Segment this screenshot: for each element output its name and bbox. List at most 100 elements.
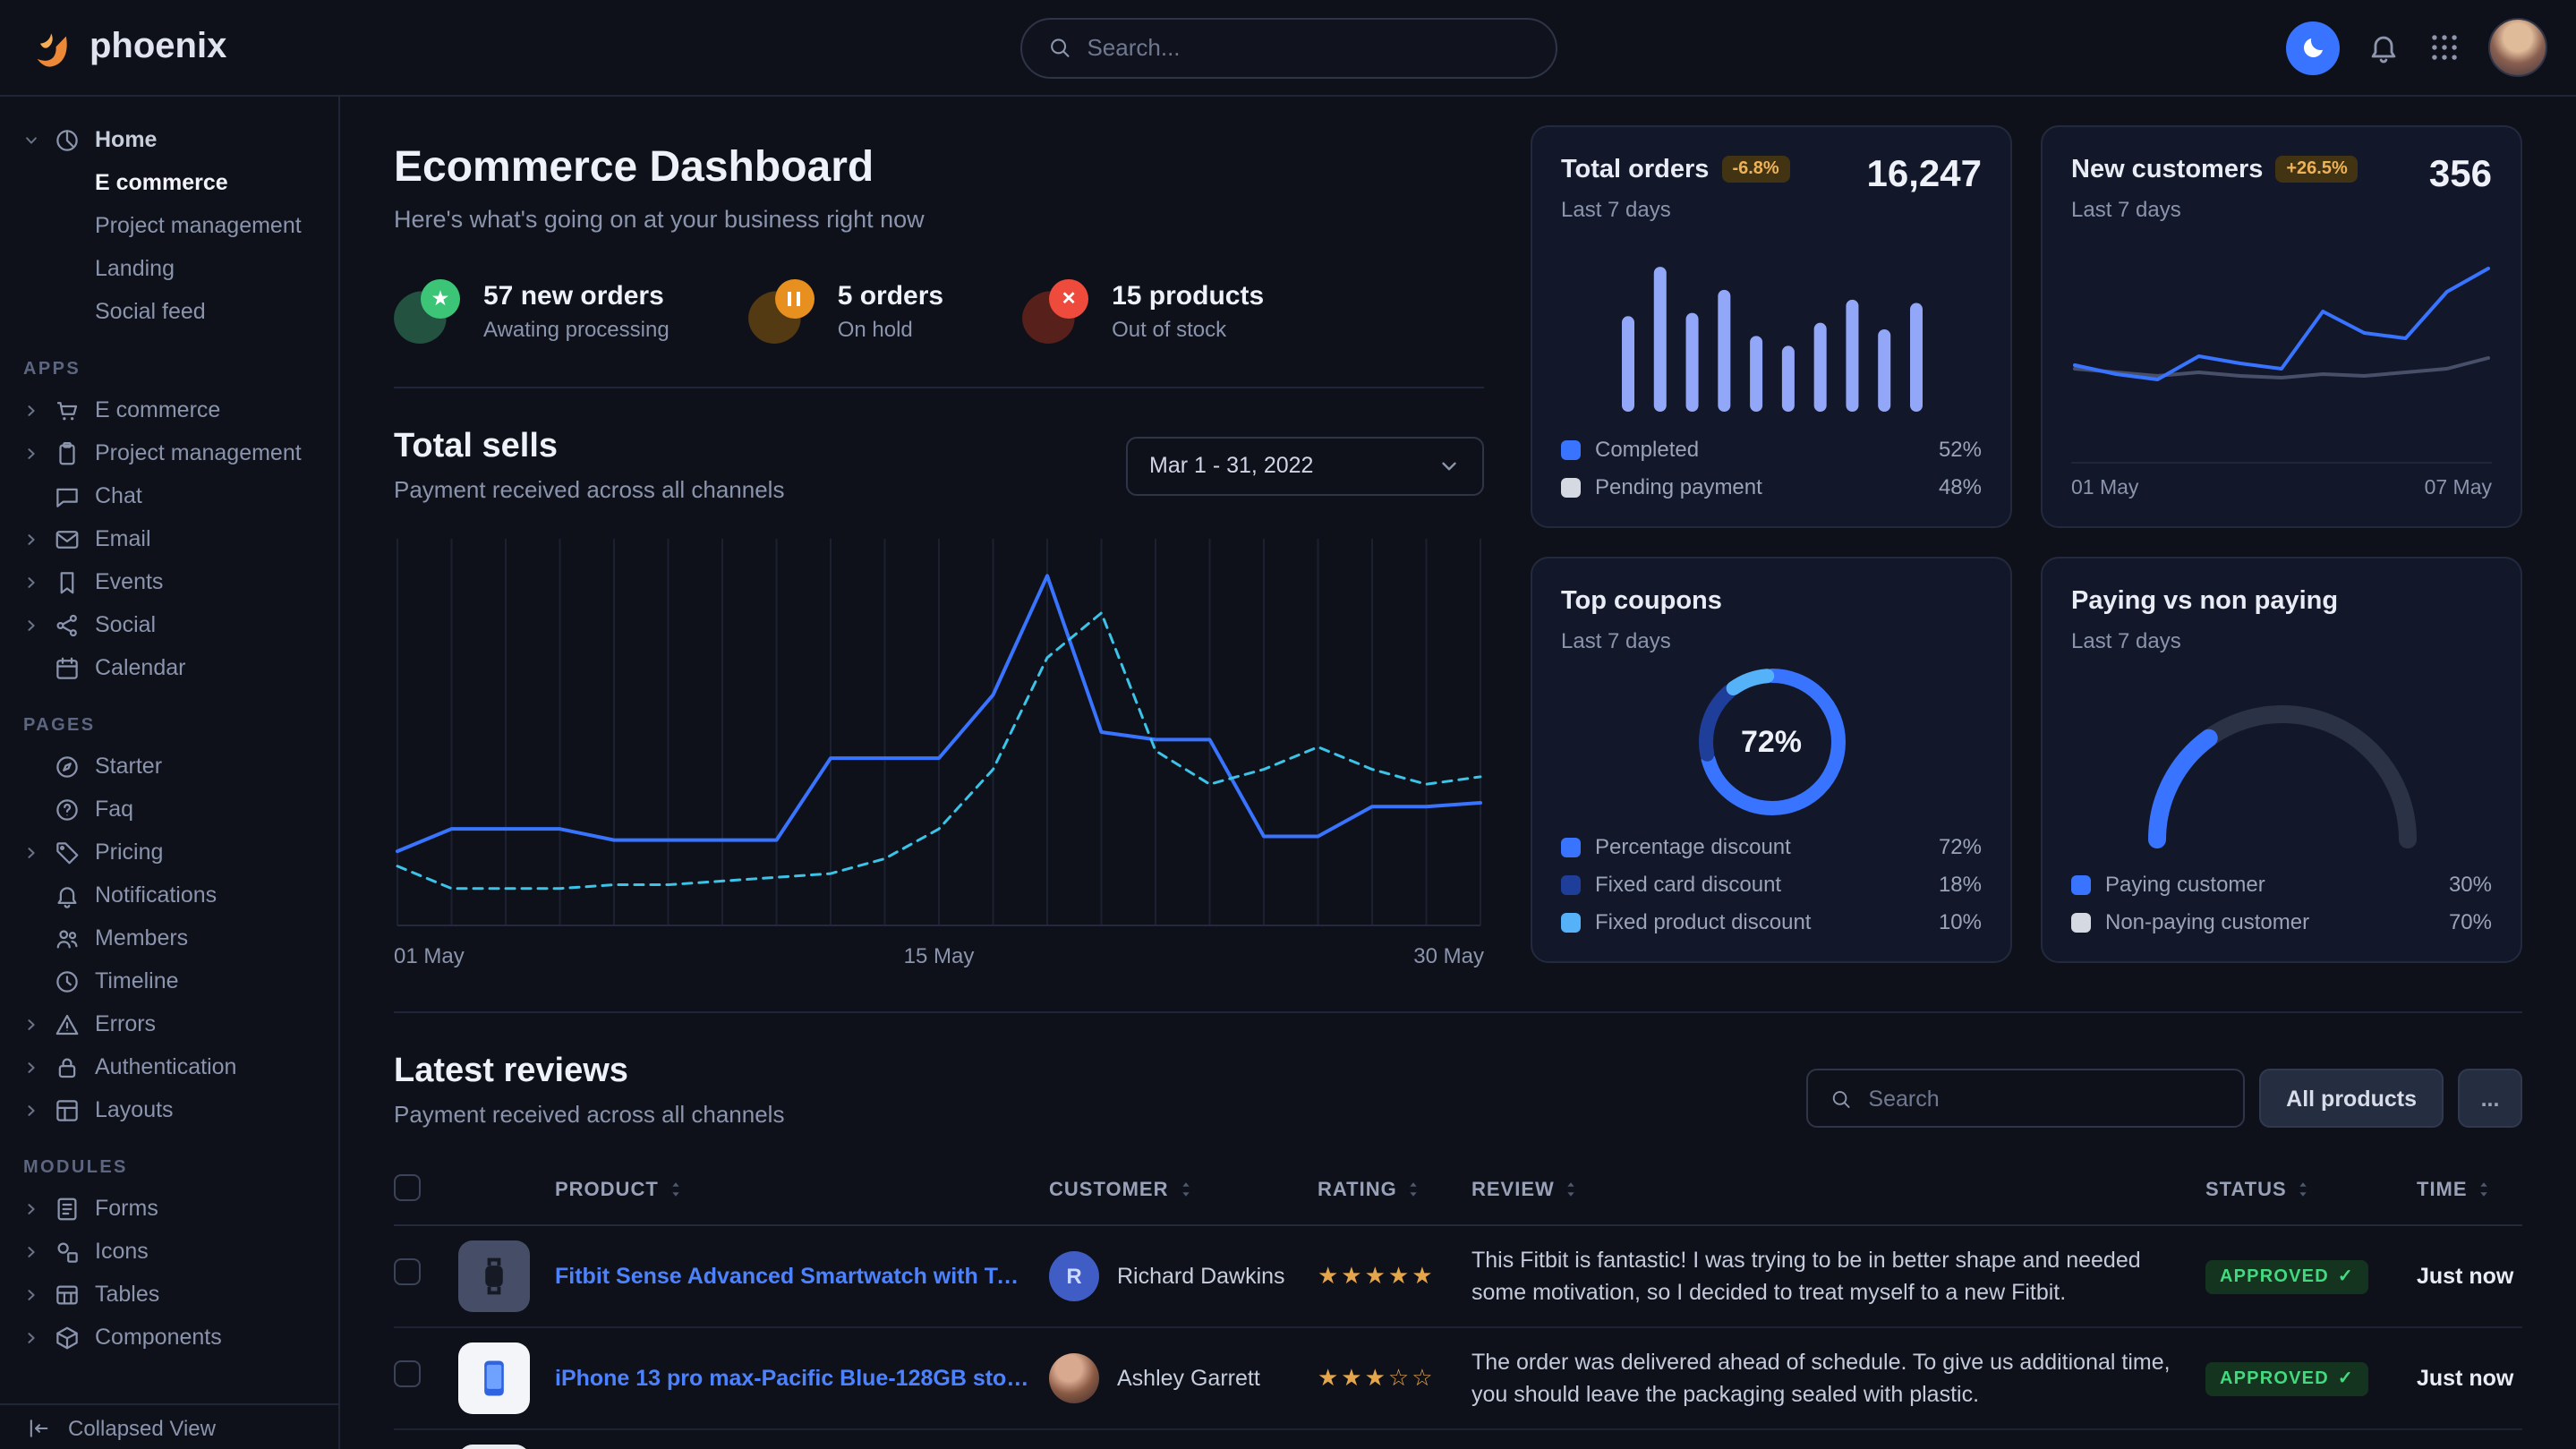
main-content: Ecommerce Dashboard Here's what's going …	[340, 97, 2576, 1449]
sidebar-item-home[interactable]: Home	[0, 118, 338, 161]
sidebar-item-calendar[interactable]: Calendar	[0, 646, 338, 689]
table-row	[394, 1429, 2522, 1449]
product-link[interactable]: Fitbit Sense Advanced Smartwatch with To…	[555, 1264, 1031, 1289]
new-customers-x-axis: 01 May 07 May	[2071, 462, 2492, 499]
sort-icon	[666, 1180, 686, 1199]
reviews-title: Latest reviews	[394, 1053, 784, 1092]
calendar-icon	[54, 654, 81, 681]
kpi-cards-grid: Total orders-6.8% Last 7 days 16,247 Com…	[1531, 125, 2522, 968]
sidebar-item-pricing[interactable]: Pricing	[0, 831, 338, 874]
all-products-button[interactable]: All products	[2259, 1069, 2444, 1128]
sidebar-item-icons[interactable]: Icons	[0, 1230, 338, 1273]
reviews-subtitle: Payment received across all channels	[394, 1101, 784, 1128]
select-all-checkbox[interactable]	[394, 1174, 421, 1201]
chevron-right-icon	[23, 844, 39, 860]
col-customer[interactable]: CUSTOMER	[1049, 1156, 1318, 1225]
sidebar-item-faq[interactable]: Faq	[0, 788, 338, 831]
app-root: phoenix Home E commerce Project manageme…	[0, 0, 2576, 1449]
apps-grid-icon[interactable]	[2427, 30, 2461, 64]
product-link[interactable]: iPhone 13 pro max-Pacific Blue-128GB sto…	[555, 1366, 1031, 1391]
total-sells-subtitle: Payment received across all channels	[394, 476, 784, 503]
box-icon	[54, 1324, 81, 1351]
new-customers-card: New customers+26.5% Last 7 days 356 01 M…	[2041, 125, 2522, 528]
sidebar-item-starter[interactable]: Starter	[0, 745, 338, 788]
brand-logo[interactable]: phoenix	[29, 24, 226, 71]
col-product[interactable]: PRODUCT	[458, 1156, 1049, 1225]
sidebar-item-project-management-dashboard[interactable]: Project management	[0, 204, 338, 247]
reviews-search-input[interactable]	[1868, 1086, 2222, 1111]
sidebar-item-email[interactable]: Email	[0, 517, 338, 560]
col-rating[interactable]: RATING	[1318, 1156, 1471, 1225]
topbar-actions	[2286, 18, 2547, 77]
users-icon	[54, 925, 81, 951]
bell-icon	[54, 882, 81, 908]
chevron-right-icon	[23, 531, 39, 547]
user-avatar[interactable]	[2488, 18, 2547, 77]
sidebar-item-notifications[interactable]: Notifications	[0, 874, 338, 916]
row-checkbox[interactable]	[394, 1258, 421, 1285]
cart-icon	[54, 396, 81, 423]
date-range-select[interactable]: Mar 1 - 31, 2022	[1126, 436, 1484, 495]
chevron-right-icon	[23, 1286, 39, 1302]
sidebar-item-social[interactable]: Social	[0, 603, 338, 646]
review-text: This Fitbit is fantastic! I was trying t…	[1471, 1244, 2188, 1309]
page-title: Ecommerce Dashboard	[394, 143, 1484, 193]
chevron-right-icon	[23, 1329, 39, 1345]
sidebar-item-ecommerce[interactable]: E commerce	[0, 388, 338, 431]
reviews-search[interactable]	[1806, 1069, 2245, 1128]
check-icon: ✓	[2338, 1267, 2354, 1287]
sidebar-item-layouts[interactable]: Layouts	[0, 1088, 338, 1131]
legend-fixed-card-discount: Fixed card discount 18%	[1561, 872, 1982, 897]
tag-icon	[54, 839, 81, 865]
chevron-down-icon	[1437, 454, 1461, 477]
collapsed-view-toggle[interactable]: Collapsed View	[0, 1403, 338, 1449]
compass-icon	[54, 753, 81, 780]
total-sells-title: Total sells	[394, 428, 784, 467]
sidebar-item-tables[interactable]: Tables	[0, 1273, 338, 1316]
sidebar-item-forms[interactable]: Forms	[0, 1187, 338, 1230]
col-time[interactable]: TIME	[2417, 1156, 2522, 1225]
review-time: Just now	[2417, 1264, 2513, 1289]
total-orders-badge: -6.8%	[1721, 156, 1789, 183]
new-customers-line-chart	[2071, 247, 2492, 455]
sort-icon	[2294, 1180, 2314, 1199]
sidebar-item-events[interactable]: Events	[0, 560, 338, 603]
sidebar-item-ecommerce-dashboard[interactable]: E commerce	[0, 161, 338, 204]
col-review[interactable]: REVIEW	[1471, 1156, 2205, 1225]
sidebar-item-chat[interactable]: Chat	[0, 474, 338, 517]
sort-icon	[2475, 1180, 2495, 1199]
new-customers-badge: +26.5%	[2275, 156, 2358, 183]
sidebar-section-modules: MODULES	[23, 1158, 315, 1178]
sort-icon	[1562, 1180, 1582, 1199]
moon-icon	[2299, 33, 2327, 62]
bell-icon[interactable]	[2367, 30, 2401, 64]
row-checkbox[interactable]	[394, 1360, 421, 1387]
sidebar-item-errors[interactable]: Errors	[0, 1002, 338, 1045]
reviews-controls: All products ...	[1806, 1069, 2522, 1128]
sidebar-item-timeline[interactable]: Timeline	[0, 959, 338, 1002]
dashboard-top-section: Ecommerce Dashboard Here's what's going …	[394, 97, 2522, 1013]
sidebar-item-project-management[interactable]: Project management	[0, 431, 338, 474]
chevron-right-icon	[23, 1059, 39, 1075]
global-search-input[interactable]	[1087, 34, 1530, 61]
clipboard-icon	[54, 439, 81, 466]
brand-name: phoenix	[90, 27, 226, 68]
avatar	[1049, 1353, 1099, 1403]
chevron-right-icon	[23, 402, 39, 418]
sidebar-item-landing[interactable]: Landing	[0, 247, 338, 290]
col-status[interactable]: STATUS	[2205, 1156, 2417, 1225]
chevron-right-icon	[23, 617, 39, 633]
more-actions-button[interactable]: ...	[2458, 1069, 2522, 1128]
global-search[interactable]	[1019, 17, 1557, 78]
sidebar-item-components[interactable]: Components	[0, 1316, 338, 1359]
chevron-right-icon	[23, 445, 39, 461]
sidebar-item-social-feed[interactable]: Social feed	[0, 290, 338, 333]
sidebar-item-authentication[interactable]: Authentication	[0, 1045, 338, 1088]
rating-stars: ★★★★★	[1318, 1262, 1436, 1289]
legend-completed: Completed 52%	[1561, 437, 1982, 462]
total-sells-header: Total sells Payment received across all …	[394, 428, 1484, 503]
dark-mode-toggle[interactable]	[2286, 21, 2340, 74]
sort-icon	[1404, 1180, 1424, 1199]
search-icon	[1046, 34, 1070, 61]
sidebar-item-members[interactable]: Members	[0, 916, 338, 959]
